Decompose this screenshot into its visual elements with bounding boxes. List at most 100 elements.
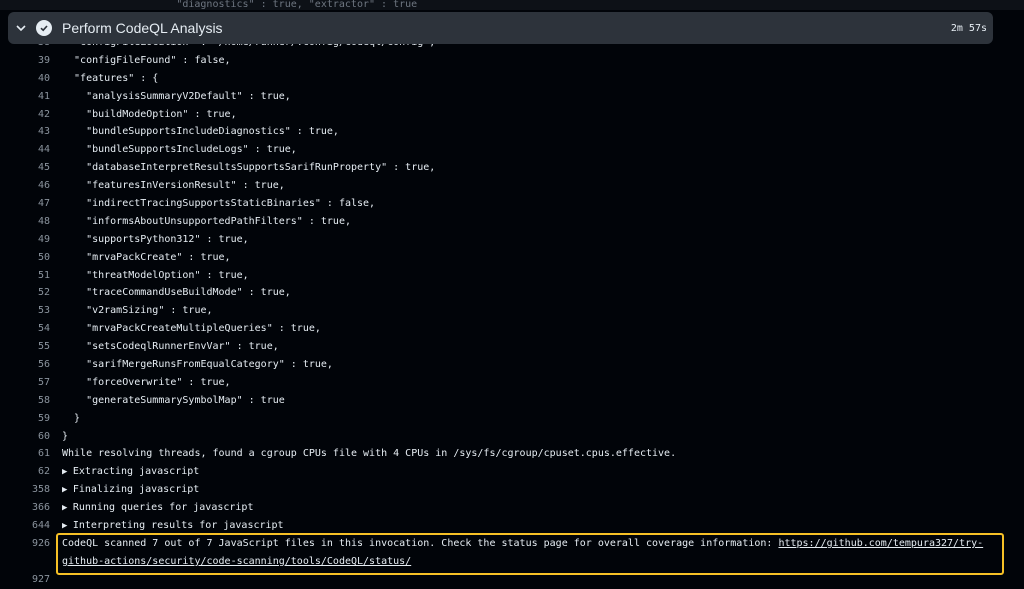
line-number[interactable]: 60 [0, 428, 50, 446]
log-text: } [62, 430, 69, 442]
log-text: "buildModeOption" : true, [62, 108, 237, 120]
log-line: 927 [0, 571, 1024, 589]
step-header[interactable]: Perform CodeQL Analysis 2m 57s [8, 12, 993, 44]
caret-right-icon[interactable]: ▶ [62, 485, 73, 495]
log-line: 50 "mrvaPackCreate" : true, [0, 249, 1024, 267]
log-text: ▶ Extracting javascript [62, 463, 199, 482]
line-number[interactable]: 55 [0, 338, 50, 356]
log-line: 44 "bundleSupportsIncludeLogs" : true, [0, 141, 1024, 159]
line-number[interactable]: 62 [0, 463, 50, 481]
log-group[interactable]: 644 ▶ Interpreting results for javascript [0, 517, 1024, 535]
partial-log-line: "diagnostics" : true, "extractor" : true [0, 0, 1024, 10]
line-number[interactable]: 59 [0, 410, 50, 428]
log-line: 926 CodeQL scanned 7 out of 7 JavaScript … [0, 535, 1024, 571]
line-number[interactable]: 49 [0, 231, 50, 249]
caret-right-icon[interactable]: ▶ [62, 467, 73, 477]
line-number[interactable]: 43 [0, 123, 50, 141]
log-text: "generateSummarySymbolMap" : true [62, 394, 285, 406]
log-line: 61 While resolving threads, found a cgrou… [0, 445, 1024, 463]
log-line: 48 "informsAboutUnsupportedPathFilters" … [0, 213, 1024, 231]
group-label[interactable]: Interpreting results for javascript [73, 520, 284, 531]
log-line: 58 "generateSummarySymbolMap" : true [0, 392, 1024, 410]
line-number[interactable]: 39 [0, 52, 50, 70]
line-number[interactable]: 42 [0, 106, 50, 124]
line-number[interactable]: 54 [0, 320, 50, 338]
log-line: 47 "indirectTracingSupportsStaticBinarie… [0, 195, 1024, 213]
log-text: "features" : { [62, 72, 159, 84]
log-line: 41 "analysisSummaryV2Default" : true, [0, 88, 1024, 106]
line-number[interactable]: 644 [0, 517, 50, 535]
log-text: "bundleSupportsIncludeLogs" : true, [62, 144, 297, 156]
log-text: While resolving threads, found a cgroup … [62, 448, 677, 460]
log-text: "sarifMergeRunsFromEqualCategory" : true… [62, 359, 333, 371]
log-group[interactable]: 62 ▶ Extracting javascript [0, 463, 1024, 481]
log-line: 57 "forceOverwrite" : true, [0, 374, 1024, 392]
line-number[interactable]: 46 [0, 177, 50, 195]
line-number[interactable]: 927 [0, 571, 50, 589]
line-number[interactable]: 358 [0, 481, 50, 499]
log-text: "indirectTracingSupportsStaticBinaries" … [62, 198, 376, 210]
log-line: 49 "supportsPython312" : true, [0, 231, 1024, 249]
line-number[interactable]: 57 [0, 374, 50, 392]
log-text: ▶ Finalizing javascript [62, 481, 199, 500]
line-number[interactable]: 40 [0, 70, 50, 88]
log-text: ▶ Interpreting results for javascript [62, 517, 284, 536]
line-number[interactable]: 50 [0, 249, 50, 267]
log-line: 40 "features" : { [0, 70, 1024, 88]
log-line: 46 "featuresInVersionResult" : true, [0, 177, 1024, 195]
line-number[interactable]: 44 [0, 141, 50, 159]
log-line: 55 "setsCodeqlRunnerEnvVar" : true, [0, 338, 1024, 356]
step-duration: 2m 57s [950, 22, 987, 34]
log-text: ▶ Running queries for javascript [62, 499, 253, 518]
log-text: "featuresInVersionResult" : true, [62, 180, 285, 192]
caret-right-icon[interactable]: ▶ [62, 521, 73, 531]
line-number[interactable]: 61 [0, 445, 50, 463]
log-text: "v2ramSizing" : true, [62, 305, 213, 317]
log-line: 51 "threatModelOption" : true, [0, 267, 1024, 285]
log-text: "databaseInterpretResultsSupportsSarifRu… [62, 162, 436, 174]
line-number[interactable]: 366 [0, 499, 50, 517]
group-label[interactable]: Extracting javascript [73, 466, 199, 477]
log-text: "configFileFound" : false, [62, 54, 231, 66]
log-group[interactable]: 358 ▶ Finalizing javascript [0, 481, 1024, 499]
log-text: "mrvaPackCreate" : true, [62, 251, 231, 263]
line-number[interactable]: 51 [0, 267, 50, 285]
log-line: 60} [0, 428, 1024, 446]
log-text: "mrvaPackCreateMultipleQueries" : true, [62, 323, 321, 335]
log-line: 52 "traceCommandUseBuildMode" : true, [0, 284, 1024, 302]
log-line: 53 "v2ramSizing" : true, [0, 302, 1024, 320]
group-label[interactable]: Running queries for javascript [73, 502, 254, 513]
log-group[interactable]: 366 ▶ Running queries for javascript [0, 499, 1024, 517]
log-line: 45 "databaseInterpretResultsSupportsSari… [0, 159, 1024, 177]
line-number[interactable]: 48 [0, 213, 50, 231]
log-text: } [62, 412, 81, 424]
log-text: "supportsPython312" : true, [62, 233, 249, 245]
line-number[interactable]: 47 [0, 195, 50, 213]
log-line: 39 "configFileFound" : false, [0, 52, 1024, 70]
log-text: "informsAboutUnsupportedPathFilters" : t… [62, 215, 351, 227]
log-text: "forceOverwrite" : true, [62, 376, 231, 388]
log-line: 42 "buildModeOption" : true, [0, 106, 1024, 124]
group-label[interactable]: Finalizing javascript [73, 484, 199, 495]
check-circle-icon [36, 20, 52, 36]
log-text: "analysisSummaryV2Default" : true, [62, 90, 291, 102]
line-number[interactable]: 45 [0, 159, 50, 177]
step-title: Perform CodeQL Analysis [62, 20, 223, 36]
line-number[interactable]: 41 [0, 88, 50, 106]
chevron-down-icon[interactable] [14, 21, 28, 35]
log-text: "threatModelOption" : true, [62, 269, 249, 281]
log-output: 38 "configFileLocation" : "/home/runner/… [0, 34, 1024, 589]
line-number[interactable]: 52 [0, 284, 50, 302]
log-text: CodeQL scanned 7 out of 7 JavaScript fil… [62, 535, 992, 571]
log-text: "bundleSupportsIncludeDiagnostics" : tru… [62, 126, 339, 138]
line-number[interactable]: 926 [0, 535, 50, 553]
caret-right-icon[interactable]: ▶ [62, 503, 73, 513]
log-line: 54 "mrvaPackCreateMultipleQueries" : tru… [0, 320, 1024, 338]
line-number[interactable]: 58 [0, 392, 50, 410]
log-line: 59 } [0, 410, 1024, 428]
line-number[interactable]: 56 [0, 356, 50, 374]
coverage-message: CodeQL scanned 7 out of 7 JavaScript fil… [62, 537, 779, 549]
log-text: "setsCodeqlRunnerEnvVar" : true, [62, 341, 279, 353]
log-line: 56 "sarifMergeRunsFromEqualCategory" : t… [0, 356, 1024, 374]
line-number[interactable]: 53 [0, 302, 50, 320]
